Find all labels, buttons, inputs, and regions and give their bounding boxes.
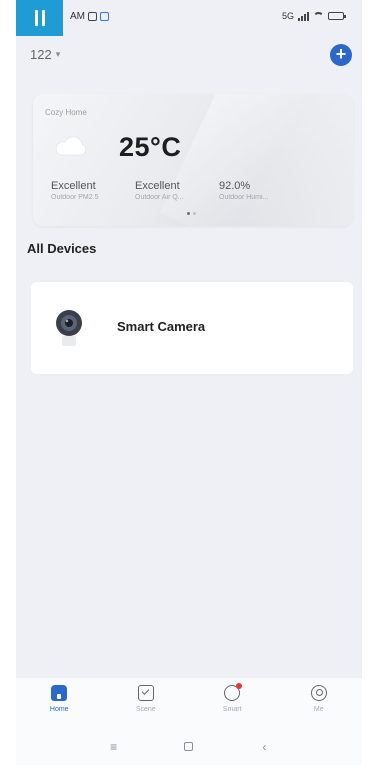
home-selector[interactable]: 122 ▾ bbox=[30, 47, 60, 62]
add-device-button[interactable]: + bbox=[330, 44, 352, 66]
metric-value: Excellent bbox=[51, 180, 96, 192]
home-name: 122 bbox=[30, 47, 52, 62]
cloud-icon bbox=[55, 136, 86, 156]
metric-label: Outdoor PM2.5 bbox=[51, 194, 99, 201]
notification-dot bbox=[236, 683, 243, 689]
me-icon bbox=[310, 685, 327, 701]
metric-air-quality: Excellent Outdoor Air Q... bbox=[135, 180, 207, 201]
weather-metrics: Excellent Outdoor PM2.5 Excellent Outdoo… bbox=[51, 180, 291, 201]
smart-icon bbox=[224, 683, 243, 701]
device-name: Smart Camera bbox=[117, 319, 206, 334]
pause-icon[interactable] bbox=[16, 0, 63, 36]
app-screen: AM 5G 122 ▾ + Cozy Home 25°C Excellent O… bbox=[16, 0, 362, 765]
wifi-icon bbox=[313, 12, 324, 20]
time-suffix: AM bbox=[70, 11, 85, 22]
tab-label: Me bbox=[313, 706, 324, 713]
recents-button[interactable]: ≡ bbox=[104, 740, 124, 754]
system-home-button[interactable] bbox=[179, 740, 199, 754]
weather-home-label: Cozy Home bbox=[45, 108, 87, 117]
temperature: 25°C bbox=[119, 132, 182, 162]
home-icon bbox=[51, 685, 68, 701]
camera-icon bbox=[56, 310, 82, 346]
metric-label: Outdoor Air Q... bbox=[135, 194, 184, 201]
tab-smart[interactable]: Smart bbox=[202, 683, 262, 713]
chevron-down-icon: ▾ bbox=[55, 49, 61, 59]
tab-scene[interactable]: Scene bbox=[116, 685, 176, 713]
all-devices-title: All Devices bbox=[27, 241, 97, 256]
tab-me[interactable]: Me bbox=[289, 685, 349, 713]
weather-card[interactable]: Cozy Home 25°C Excellent Outdoor PM2.5 E… bbox=[33, 94, 353, 226]
alarm-icon bbox=[88, 12, 97, 21]
tab-label: Scene bbox=[135, 706, 156, 713]
back-button[interactable]: ‹ bbox=[254, 740, 274, 754]
metric-humidity: 92.0% Outdoor Humi... bbox=[219, 180, 291, 201]
home-square-icon bbox=[184, 741, 194, 751]
carousel-dots bbox=[187, 212, 196, 215]
status-bar: AM 5G bbox=[16, 0, 362, 36]
tab-home[interactable]: Home bbox=[29, 685, 89, 713]
device-card-smart-camera[interactable]: Smart Camera bbox=[31, 282, 353, 374]
scene-icon bbox=[137, 685, 154, 701]
metric-value: Excellent bbox=[135, 180, 180, 192]
tab-label: Smart bbox=[222, 706, 242, 713]
bottom-nav: Home Scene Smart Me bbox=[16, 678, 362, 728]
header: 122 ▾ + bbox=[16, 42, 362, 70]
app-notification-icon bbox=[100, 12, 109, 21]
metric-pm25: Excellent Outdoor PM2.5 bbox=[51, 180, 123, 201]
system-nav-bar: ≡ ‹ bbox=[16, 728, 362, 765]
battery-icon bbox=[328, 12, 346, 20]
metric-label: Outdoor Humi... bbox=[219, 194, 269, 201]
status-right: 5G bbox=[281, 11, 346, 21]
status-left: AM bbox=[70, 11, 109, 22]
network-type: 5G bbox=[281, 11, 294, 21]
signal-icon bbox=[298, 11, 309, 21]
tab-label: Home bbox=[49, 706, 69, 713]
metric-value: 92.0% bbox=[219, 180, 251, 192]
